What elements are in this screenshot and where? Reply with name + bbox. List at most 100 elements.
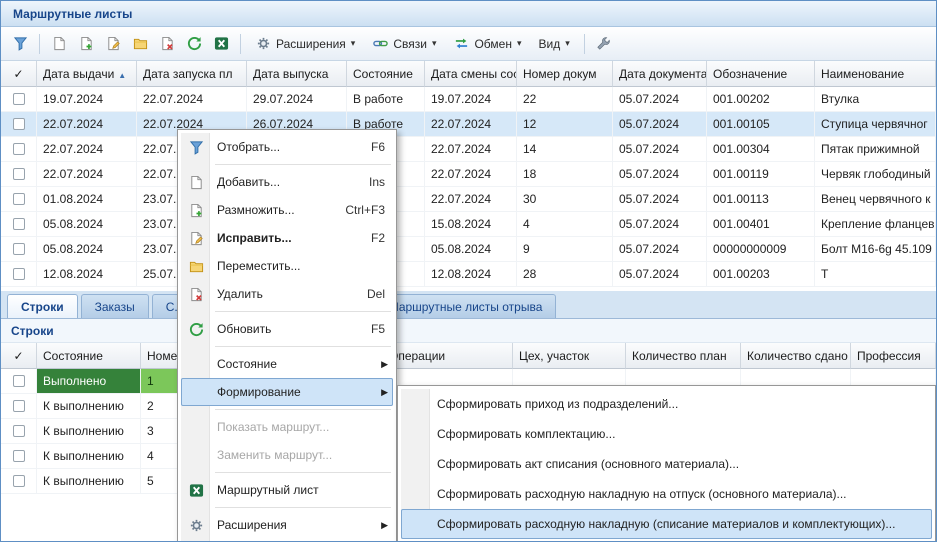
table-row[interactable]: 05.08.202423.07.202405.08.2024905.07.202… xyxy=(1,237,936,262)
column-header-1[interactable]: Состояние xyxy=(37,343,141,369)
select-column-header[interactable]: ✓ xyxy=(1,343,37,369)
menu-item-generate-issue-invoice[interactable]: Сформировать расходную накладную на отпу… xyxy=(401,479,932,509)
column-header-7[interactable]: Профессия xyxy=(851,343,936,369)
window-title: Маршрутные листы xyxy=(13,7,132,21)
table-row[interactable]: 12.08.202425.07.202412.08.20242805.07.20… xyxy=(1,262,936,287)
column-header-2[interactable]: Дата запуска пл xyxy=(137,61,247,87)
column-header-3[interactable]: Операции xyxy=(383,343,513,369)
checkbox-cell xyxy=(1,87,37,112)
move-button[interactable] xyxy=(127,32,153,56)
menu-item-generate-receipt[interactable]: Сформировать приход из подразделений... xyxy=(401,389,932,419)
main-header-row: ✓Дата выдачи▲Дата запуска плДата выпуска… xyxy=(1,61,936,87)
tab-label: Заказы xyxy=(95,300,135,314)
row-checkbox[interactable] xyxy=(13,450,25,462)
cell: Т xyxy=(815,262,936,287)
row-checkbox[interactable] xyxy=(13,243,25,255)
edit-button[interactable] xyxy=(100,32,126,56)
menu-item-move[interactable]: Переместить... xyxy=(181,252,393,280)
menu-item-route-sheet[interactable]: Маршрутный лист xyxy=(181,476,393,504)
column-header-9[interactable]: Наименование xyxy=(815,61,936,87)
table-row[interactable]: 22.07.202422.07.202422.07.20241405.07.20… xyxy=(1,137,936,162)
menu-item-show-route: Показать маршрут... xyxy=(181,413,393,441)
menu-item-filter[interactable]: Отобрать...F6 xyxy=(181,133,393,161)
menu-separator xyxy=(215,409,391,410)
menu-item-label: Формирование xyxy=(217,385,301,399)
cell: 001.00113 xyxy=(707,187,815,212)
table-row[interactable]: 05.08.202423.07.202415.08.2024405.07.202… xyxy=(1,212,936,237)
column-header-6[interactable]: Количество сдано xyxy=(741,343,851,369)
column-header-8[interactable]: Обозначение xyxy=(707,61,815,87)
menu-separator xyxy=(215,507,391,508)
row-checkbox[interactable] xyxy=(13,425,25,437)
row-checkbox[interactable] xyxy=(13,168,25,180)
menu-item-extensions[interactable]: Расширения▶ xyxy=(181,511,393,539)
excel-export-button[interactable] xyxy=(208,32,234,56)
cell: Ступица червячног xyxy=(815,112,936,137)
menu-item-label: Отобрать... xyxy=(217,140,280,154)
duplicate-button[interactable] xyxy=(73,32,99,56)
menu-item-label: Маршрутный лист xyxy=(217,483,319,497)
cell: 05.07.2024 xyxy=(613,87,707,112)
menu-item-generate-writeoff-act[interactable]: Сформировать акт списания (основного мат… xyxy=(401,449,932,479)
column-header-4[interactable]: Цех, участок xyxy=(513,343,626,369)
menu-item-label: Сформировать расходную накладную (списан… xyxy=(437,517,895,531)
row-checkbox[interactable] xyxy=(13,475,25,487)
menu-item-delete[interactable]: УдалитьDel xyxy=(181,280,393,308)
select-column-header[interactable]: ✓ xyxy=(1,61,37,87)
menu-separator xyxy=(215,311,391,312)
tab-tear-off-route-sheets[interactable]: Маршрутные листы отрыва xyxy=(375,294,557,318)
menu-item-refresh[interactable]: ОбновитьF5 xyxy=(181,315,393,343)
refresh-button[interactable] xyxy=(181,32,207,56)
column-header-6[interactable]: Номер докум xyxy=(517,61,613,87)
menu-item-generate-writeoff-invoice[interactable]: Сформировать расходную накладную (списан… xyxy=(401,509,932,539)
exchange-button[interactable]: Обмен▾ xyxy=(445,32,529,56)
menu-item-add[interactable]: Добавить...Ins xyxy=(181,168,393,196)
column-header-5[interactable]: Количество план xyxy=(626,343,741,369)
add-button[interactable] xyxy=(46,32,72,56)
toolbar-separator xyxy=(584,34,585,54)
exchange-icon xyxy=(453,36,469,52)
filter-button[interactable] xyxy=(7,32,33,56)
menu-item-label: Удалить xyxy=(217,287,263,301)
table-row[interactable]: 01.08.202423.07.202422.07.20243005.07.20… xyxy=(1,187,936,212)
delete-button[interactable] xyxy=(154,32,180,56)
column-header-3[interactable]: Дата выпуска xyxy=(247,61,347,87)
relations-button[interactable]: Связи▾ xyxy=(364,32,444,56)
checkbox-cell xyxy=(1,237,37,262)
tab-orders[interactable]: Заказы xyxy=(81,294,149,318)
menu-separator xyxy=(215,472,391,473)
view-button[interactable]: Вид▾ xyxy=(531,32,578,56)
column-header-1[interactable]: Дата выдачи▲ xyxy=(37,61,137,87)
menu-item-edit[interactable]: Исправить...F2 xyxy=(181,224,393,252)
checkbox-cell xyxy=(1,469,37,494)
row-checkbox[interactable] xyxy=(13,118,25,130)
row-checkbox[interactable] xyxy=(13,143,25,155)
column-header-4[interactable]: Состояние xyxy=(347,61,425,87)
table-row[interactable]: 19.07.202422.07.202429.07.2024В работе19… xyxy=(1,87,936,112)
menu-item-generate-kitting[interactable]: Сформировать комплектацию... xyxy=(401,419,932,449)
row-checkbox[interactable] xyxy=(13,400,25,412)
cell: К выполнению xyxy=(37,394,141,419)
checkbox-cell xyxy=(1,137,37,162)
row-checkbox[interactable] xyxy=(13,268,25,280)
row-checkbox[interactable] xyxy=(13,375,25,387)
cell: 22 xyxy=(517,87,613,112)
row-checkbox[interactable] xyxy=(13,193,25,205)
toolbar-menu-label: Вид xyxy=(539,37,561,51)
extensions-button[interactable]: Расширения▾ xyxy=(247,32,363,56)
menu-item-duplicate[interactable]: Размножить...Ctrl+F3 xyxy=(181,196,393,224)
menu-item-state[interactable]: Состояние▶ xyxy=(181,350,393,378)
generate-submenu: Сформировать приход из подразделений...С… xyxy=(397,385,936,542)
table-row[interactable]: 22.07.202422.07.202426.07.2024В работе22… xyxy=(1,112,936,137)
cell: 001.00401 xyxy=(707,212,815,237)
settings-button[interactable] xyxy=(591,32,617,56)
column-header-7[interactable]: Дата документа xyxy=(613,61,707,87)
row-checkbox[interactable] xyxy=(13,93,25,105)
checkbox-cell xyxy=(1,212,37,237)
tab-strings[interactable]: Строки xyxy=(7,294,78,318)
table-row[interactable]: 22.07.202422.07.202422.07.20241805.07.20… xyxy=(1,162,936,187)
row-checkbox[interactable] xyxy=(13,218,25,230)
menu-item-generate[interactable]: Формирование▶ xyxy=(181,378,393,406)
column-header-5[interactable]: Дата смены сос xyxy=(425,61,517,87)
cell: 05.07.2024 xyxy=(613,187,707,212)
